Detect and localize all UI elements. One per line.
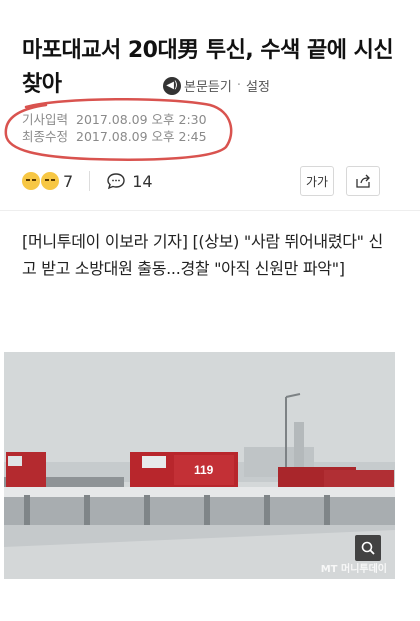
truck-number: 119 xyxy=(194,463,214,477)
zoom-icon[interactable] xyxy=(355,535,381,561)
speaker-icon[interactable]: ◀) xyxy=(163,76,181,95)
separator: · xyxy=(236,78,241,93)
article-photo[interactable]: 119 MT 머니투데이 xyxy=(4,352,395,579)
tts-button[interactable]: 본문듣기 xyxy=(184,76,232,95)
settings-link[interactable]: 설정 xyxy=(246,76,270,95)
share-icon xyxy=(356,174,370,188)
share-button[interactable] xyxy=(346,166,380,196)
photo-watermark: MT 머니투데이 xyxy=(320,564,387,575)
font-size-label: 가가 xyxy=(305,174,329,189)
section-divider xyxy=(0,210,420,211)
comment-button[interactable]: 14 xyxy=(106,171,153,191)
bridge-scene: 119 xyxy=(4,352,395,579)
action-bar: 7 14 가가 xyxy=(22,163,380,199)
comment-count: 14 xyxy=(132,171,153,191)
comment-icon xyxy=(107,173,125,190)
tts-controls: ◀) 본문듣기 · 설정 xyxy=(163,76,270,95)
article-body: [머니투데이 이보라 기자] [(상보) "사람 뛰어내렸다" 신고 받고 소방… xyxy=(22,232,383,278)
reaction-count: 7 xyxy=(63,171,74,191)
divider xyxy=(89,171,91,191)
emoji-sad-icon xyxy=(22,172,59,190)
font-size-button[interactable]: 가가 xyxy=(300,166,334,196)
reaction-button[interactable]: 7 xyxy=(22,172,73,191)
red-annotation-circle xyxy=(4,98,233,161)
tool-buttons: 가가 xyxy=(300,166,380,196)
